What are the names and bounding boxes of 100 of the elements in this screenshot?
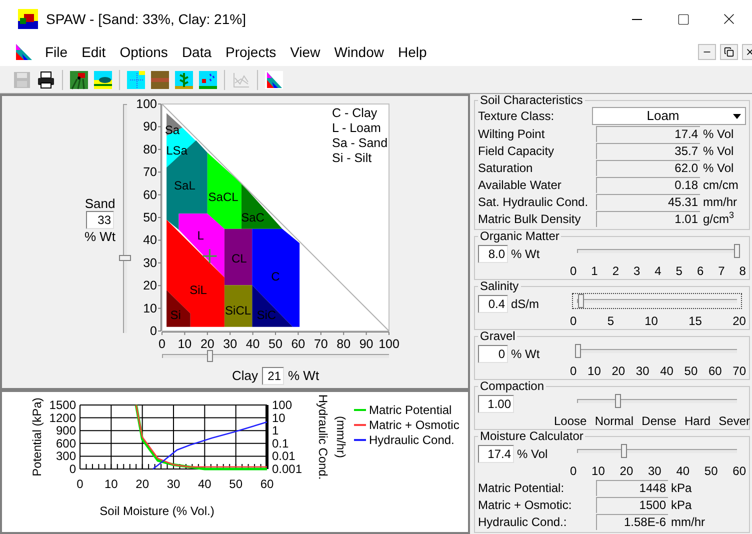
slider-tick-label: 30 [648, 463, 662, 478]
slider-tick-label: Sever [718, 413, 750, 428]
group-title: Organic Matter [479, 230, 560, 243]
slider-tick-label: 10 [592, 463, 605, 478]
result-label: Hydraulic Cond.: [478, 514, 568, 530]
value-field[interactable]: 8.0 [478, 245, 508, 263]
axis-tick-label: 30 [166, 477, 180, 491]
value-field[interactable]: 33 [86, 211, 114, 229]
axis-tick-label: 80 [143, 142, 157, 156]
slider-tick-label: 40 [660, 363, 674, 378]
axis-tick-label: 80 [336, 337, 351, 351]
value-field[interactable]: 1.00 [478, 395, 514, 413]
axis-tick-label: 1500 [49, 398, 76, 412]
menu-item[interactable]: Data [174, 42, 219, 62]
axis-tick-label: 30 [143, 256, 157, 270]
axis-tick-label: 50 [268, 337, 282, 351]
unit-label: dS/m [511, 296, 540, 313]
menu-item[interactable]: Projects [218, 42, 284, 62]
slider-tick-label: 0 [570, 313, 577, 328]
legend-entry: Si - Silt [332, 151, 372, 165]
value-field[interactable]: 21 [262, 366, 284, 385]
slider-tick-label: 6 [696, 263, 704, 278]
result-label: Matric Potential: [478, 480, 566, 496]
axis-tick-label: 0.01 [272, 449, 296, 464]
slider-tick-label: Hard [684, 413, 710, 428]
menu-item[interactable]: Help [390, 42, 434, 62]
property-label: Wilting Point [478, 126, 546, 142]
axis-tick-label: 10 [178, 337, 192, 351]
axis-tick-label: 1 [272, 424, 279, 438]
axis-tick-label: 600 [56, 436, 76, 450]
group-title: Compaction [479, 380, 546, 393]
unit-label: % Vol [517, 446, 548, 463]
unit-label: % Wt [511, 246, 540, 263]
axis-tick-label: 100 [272, 398, 292, 412]
slider-tick-label: 10 [644, 313, 658, 328]
axis-tick-label: 0.1 [272, 436, 289, 450]
property-unit: cm/cm [703, 176, 738, 194]
region-label: SiL [190, 283, 207, 298]
slider-tick-label: 15 [688, 313, 702, 328]
menu-item[interactable]: Options [112, 42, 175, 62]
menu-item[interactable]: Window [327, 42, 391, 62]
region-label: SaC [241, 210, 264, 224]
axis-tick-label: 30 [223, 337, 238, 351]
axis-tick-label: 10 [143, 301, 157, 316]
texture-class-dropdown[interactable]: Loam [592, 107, 746, 125]
axis-tick-label: 1200 [49, 410, 76, 425]
region-label: SaL [174, 178, 196, 193]
property-value: 45.31 [596, 194, 700, 210]
sand-label: Sand [84, 196, 116, 211]
axis-tick-label: 90 [359, 337, 374, 351]
axis-tick-label: 10 [104, 477, 118, 491]
axis-tick-label: 100 [136, 97, 157, 111]
menu-item[interactable]: Edit [74, 42, 113, 62]
legend-entry: L - Loam [332, 121, 381, 135]
axis-tick-label: 90 [143, 120, 157, 134]
property-value: 62.0 [596, 160, 700, 176]
property-value: 0.18 [596, 176, 700, 192]
slider-tick-label: 20 [732, 313, 746, 328]
legend-entry: C - Clay [332, 106, 378, 120]
slider-tick-label: 0 [570, 463, 577, 478]
property-label: Sat. Hydraulic Cond. [478, 194, 590, 210]
axis-tick-label: 50 [143, 210, 157, 224]
sand-unit: % Wt [84, 229, 116, 244]
group-title: Salinity [479, 280, 520, 293]
legend-label: Matric + Osmotic [369, 416, 460, 434]
window-title: SPAW - [Sand: 33%, Clay: 21%] [46, 10, 246, 29]
axis-tick-label: 0.001 [272, 462, 302, 476]
menu-item[interactable]: File [38, 42, 75, 62]
axis-tick-label: 0 [69, 462, 76, 476]
result-value: 1500 [596, 496, 668, 512]
axis-tick-label: 100 [378, 337, 400, 351]
legend-entry: Sa - Sand [332, 136, 388, 150]
value-field[interactable]: 0.4 [478, 295, 508, 313]
property-unit: % Vol [703, 126, 734, 142]
axis-tick-label: 70 [314, 337, 328, 351]
slider-tick-label: 5 [676, 263, 682, 278]
axis-tick-label: 40 [143, 233, 157, 248]
field-label: Texture Class: [478, 108, 556, 125]
slider-tick-label: 40 [676, 463, 690, 478]
group-title: Gravel [479, 330, 516, 343]
unit-label: % Wt [511, 346, 540, 363]
slider-tick-label: 5 [607, 313, 614, 328]
axis-tick-label: 60 [260, 477, 274, 491]
value-field[interactable]: 17.4 [478, 445, 514, 463]
property-unit: mm/hr [703, 194, 737, 210]
slider-tick-label: 8 [739, 263, 746, 278]
group-title: Soil Characteristics [479, 94, 584, 107]
result-unit: kPa [671, 480, 692, 496]
menu-item[interactable]: View [283, 42, 328, 62]
region-label: Si [170, 308, 181, 322]
slider-tick-label: Dense [642, 413, 676, 428]
clay-unit: % Wt [288, 367, 320, 385]
slider-tick-label: 4 [654, 263, 662, 278]
slider-tick-label: 3 [633, 263, 640, 278]
value-field[interactable]: 0 [478, 345, 508, 363]
slider-tick-label: 7 [718, 263, 725, 278]
y2-axis-unit: (mm/hr) [334, 416, 348, 458]
property-label: Matric Bulk Density [478, 210, 582, 228]
slider-tick-label: 10 [588, 363, 601, 378]
result-unit: kPa [671, 496, 692, 514]
